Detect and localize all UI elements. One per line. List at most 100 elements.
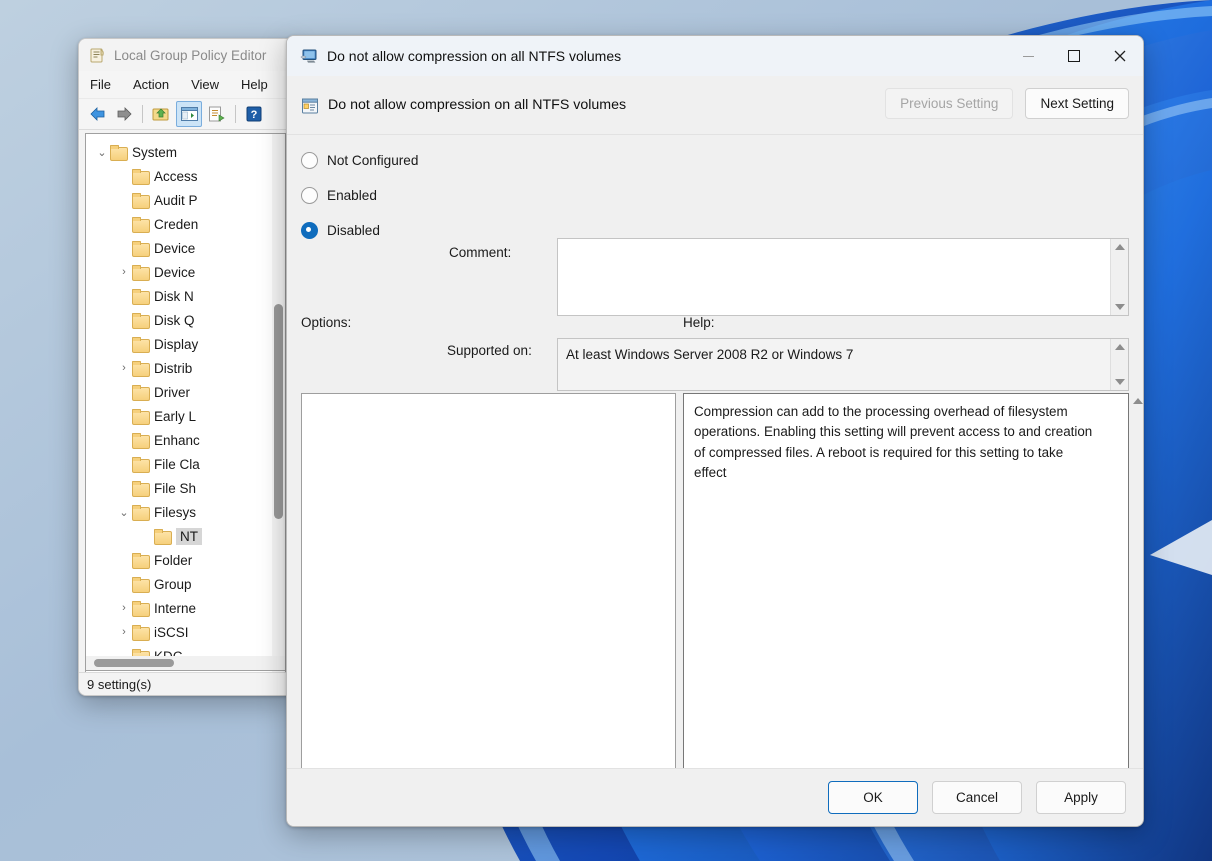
policy-setting-dialog: Do not allow compression on all NTFS vol…	[286, 35, 1144, 827]
tree-item[interactable]: Disk Q	[86, 308, 285, 332]
next-setting-button[interactable]: Next Setting	[1025, 88, 1129, 119]
gpe-menu-bar: File Action View Help	[79, 71, 294, 99]
tree-item[interactable]: Early L	[86, 404, 285, 428]
comment-label: Comment:	[449, 245, 511, 260]
radio-not-configured[interactable]: Not Configured	[301, 143, 461, 178]
options-content	[302, 394, 675, 410]
tree-item[interactable]: Audit P	[86, 188, 285, 212]
tree-twisty-icon[interactable]: ⌄	[116, 506, 132, 519]
ok-button[interactable]: OK	[828, 781, 918, 814]
tree-item[interactable]: Device	[86, 236, 285, 260]
up-folder-icon[interactable]	[149, 102, 173, 126]
tree-item[interactable]: Access	[86, 164, 285, 188]
radio-enabled[interactable]: Enabled	[301, 178, 461, 213]
folder-icon	[132, 217, 149, 231]
tree-item[interactable]: Driver	[86, 380, 285, 404]
status-bar: 9 setting(s)	[79, 672, 295, 695]
tree-item[interactable]: ›Interne	[86, 596, 285, 620]
policy-state-radio-group: Not Configured Enabled Disabled	[301, 143, 461, 248]
tree-item-label: Disk N	[154, 289, 194, 304]
tree-item-label: Driver	[154, 385, 190, 400]
tree-item[interactable]: ›Distrib	[86, 356, 285, 380]
dialog-upper-section: Not Configured Enabled Disabled Comment:…	[287, 135, 1143, 307]
tree-item-label: Creden	[154, 217, 198, 232]
folder-icon	[132, 337, 149, 351]
folder-icon	[132, 577, 149, 591]
options-label: Options:	[301, 315, 351, 330]
tree-item[interactable]: Creden	[86, 212, 285, 236]
dialog-header: Do not allow compression on all NTFS vol…	[287, 76, 1143, 135]
tree-item[interactable]: ⌄ System	[86, 140, 285, 164]
tree-item-label: iSCSI	[154, 625, 189, 640]
tree-item[interactable]: › iSCSI	[86, 620, 285, 644]
policy-tree[interactable]: ⌄ System Access Audit P Creden Device › Device D…	[86, 134, 285, 676]
tree-item[interactable]: File Cla	[86, 452, 285, 476]
tree-item[interactable]: Disk N	[86, 284, 285, 308]
help-icon[interactable]: ?	[242, 102, 266, 126]
dialog-footer: OK Cancel Apply	[287, 768, 1143, 826]
forward-icon[interactable]	[112, 102, 136, 126]
export-list-icon[interactable]	[205, 102, 229, 126]
help-scroll-up-icon[interactable]	[1129, 393, 1144, 409]
tree-item-label: System	[132, 145, 177, 160]
dialog-title-bar[interactable]: Do not allow compression on all NTFS vol…	[287, 36, 1143, 76]
local-group-policy-editor-window: Local Group Policy Editor File Action Vi…	[78, 38, 295, 696]
tree-item[interactable]: NT	[86, 524, 285, 548]
tree-item-label: Audit P	[154, 193, 198, 208]
help-pane[interactable]: Compression can add to the processing ov…	[683, 393, 1129, 803]
tree-item-label: Device	[154, 265, 195, 280]
maximize-icon[interactable]	[1051, 36, 1097, 76]
tree-item[interactable]: File Sh	[86, 476, 285, 500]
tree-vertical-scrollbar[interactable]	[272, 134, 285, 676]
folder-icon	[132, 193, 149, 207]
radio-not-configured-indicator[interactable]	[301, 152, 318, 169]
comment-textbox[interactable]	[557, 238, 1129, 316]
radio-enabled-label: Enabled	[327, 188, 377, 203]
setting-nav-buttons: Previous Setting Next Setting	[885, 88, 1129, 119]
tree-twisty-icon[interactable]: ›	[116, 266, 132, 278]
tree-twisty-icon[interactable]: ›	[116, 626, 132, 638]
menu-file[interactable]: File	[87, 75, 114, 94]
tree-item[interactable]: ⌄Filesys	[86, 500, 285, 524]
tree-scroll-thumb[interactable]	[274, 304, 283, 519]
previous-setting-button[interactable]: Previous Setting	[885, 88, 1013, 119]
tree-twisty-icon[interactable]: ›	[116, 362, 132, 374]
menu-view[interactable]: View	[188, 75, 222, 94]
tree-hscroll-thumb[interactable]	[94, 659, 174, 667]
tree-item[interactable]: Group	[86, 572, 285, 596]
apply-button[interactable]: Apply	[1036, 781, 1126, 814]
gpe-title-bar[interactable]: Local Group Policy Editor	[79, 39, 294, 71]
comment-scroll-up-icon[interactable]	[1111, 239, 1128, 255]
tree-item[interactable]: Folder	[86, 548, 285, 572]
menu-help[interactable]: Help	[238, 75, 271, 94]
toolbar-separator-2	[235, 105, 236, 123]
dialog-title: Do not allow compression on all NTFS vol…	[327, 48, 621, 64]
cancel-button[interactable]: Cancel	[932, 781, 1022, 814]
help-scrollbar[interactable]	[1129, 393, 1144, 803]
close-icon[interactable]	[1097, 36, 1143, 76]
options-pane[interactable]	[301, 393, 676, 803]
tree-twisty-icon[interactable]: ⌄	[94, 146, 110, 159]
back-icon[interactable]	[85, 102, 109, 126]
tree-item-label: Disk Q	[154, 313, 195, 328]
tree-item[interactable]: Display	[86, 332, 285, 356]
folder-icon	[132, 553, 149, 567]
radio-disabled[interactable]: Disabled	[301, 213, 461, 248]
folder-icon	[132, 169, 149, 183]
policy-setting-icon	[301, 97, 318, 114]
tree-item[interactable]: Enhanc	[86, 428, 285, 452]
folder-icon	[132, 457, 149, 471]
gpe-window-title: Local Group Policy Editor	[114, 48, 266, 63]
radio-enabled-indicator[interactable]	[301, 187, 318, 204]
tree-item[interactable]: › Device	[86, 260, 285, 284]
show-hide-console-tree-icon[interactable]	[176, 101, 202, 127]
caption-button-group	[1005, 36, 1143, 76]
minimize-icon[interactable]	[1005, 36, 1051, 76]
radio-disabled-indicator[interactable]	[301, 222, 318, 239]
folder-icon	[132, 481, 149, 495]
comment-scrollbar[interactable]	[1110, 239, 1128, 315]
tree-twisty-icon[interactable]: ›	[116, 602, 132, 614]
folder-icon	[110, 145, 127, 159]
menu-action[interactable]: Action	[130, 75, 172, 94]
tree-horizontal-scrollbar[interactable]	[85, 656, 286, 671]
